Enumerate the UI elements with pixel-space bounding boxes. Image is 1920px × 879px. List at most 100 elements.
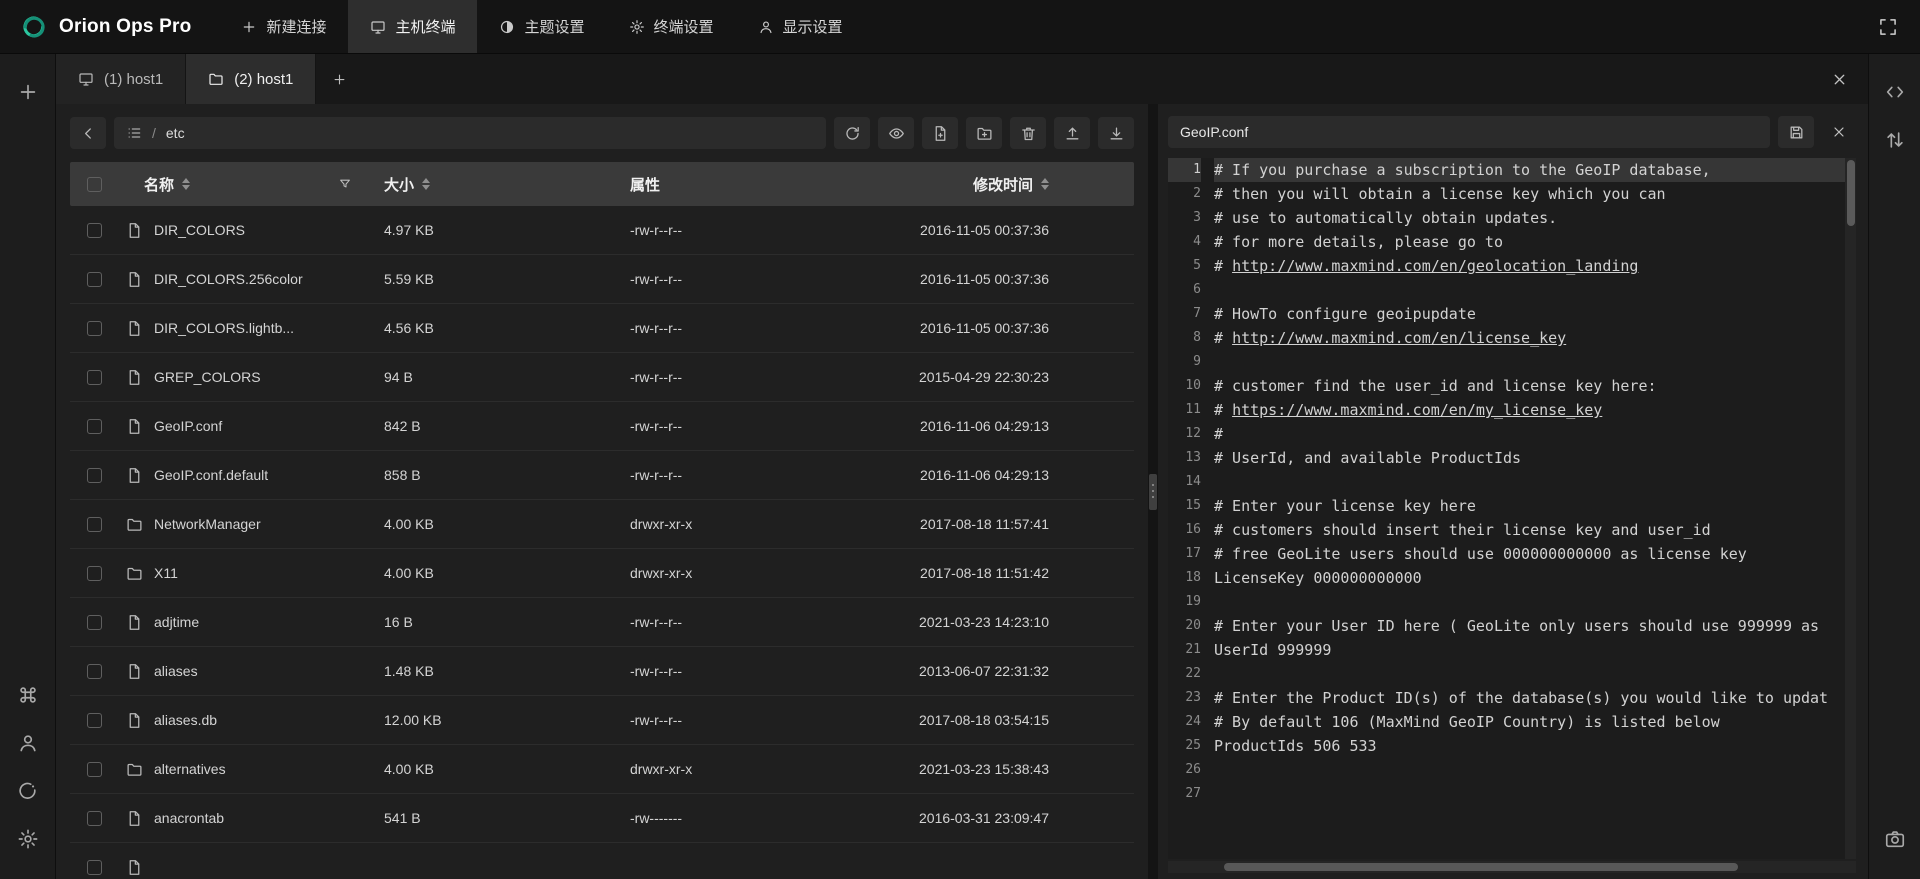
editor-vertical-scrollbar[interactable] bbox=[1845, 158, 1856, 859]
editor-line[interactable]: # free GeoLite users should use 00000000… bbox=[1214, 542, 1856, 566]
download-button[interactable] bbox=[1098, 117, 1134, 149]
editor-close-button[interactable] bbox=[1822, 116, 1856, 148]
editor-line[interactable]: # By default 106 (MaxMind GeoIP Country)… bbox=[1214, 710, 1856, 734]
file-name[interactable]: X11 bbox=[154, 565, 178, 581]
row-checkbox[interactable] bbox=[87, 762, 102, 777]
editor-line[interactable] bbox=[1214, 350, 1856, 374]
panel-splitter[interactable] bbox=[1148, 104, 1158, 879]
editor-line[interactable]: # for more details, please go to bbox=[1214, 230, 1856, 254]
menu-item-terminal-settings[interactable]: 终端设置 bbox=[607, 0, 736, 53]
editor-line[interactable]: # customer find the user_id and license … bbox=[1214, 374, 1856, 398]
menu-item-new-connection[interactable]: 新建连接 bbox=[219, 0, 348, 53]
editor-line[interactable] bbox=[1214, 662, 1856, 686]
menu-item-display-settings[interactable]: 显示设置 bbox=[736, 0, 865, 53]
file-name[interactable]: DIR_COLORS.256color bbox=[154, 271, 303, 287]
editor-line[interactable]: UserId 999999 bbox=[1214, 638, 1856, 662]
file-name[interactable]: DIR_COLORS.lightb... bbox=[154, 320, 294, 336]
preferences-button[interactable] bbox=[17, 828, 39, 850]
editor-line[interactable]: # http://www.maxmind.com/en/geolocation_… bbox=[1214, 254, 1856, 278]
code-view-button[interactable] bbox=[1884, 81, 1906, 103]
table-row[interactable]: GeoIP.conf842 B-rw-r--r--2016-11-06 04:2… bbox=[70, 402, 1134, 451]
table-row[interactable]: GREP_COLORS94 B-rw-r--r--2015-04-29 22:3… bbox=[70, 353, 1134, 402]
editor-line[interactable]: # http://www.maxmind.com/en/license_key bbox=[1214, 326, 1856, 350]
back-button[interactable] bbox=[70, 117, 106, 149]
editor-line[interactable]: ProductIds 506 533 bbox=[1214, 734, 1856, 758]
row-checkbox[interactable] bbox=[87, 419, 102, 434]
fullscreen-button[interactable] bbox=[1878, 17, 1898, 37]
row-checkbox[interactable] bbox=[87, 272, 102, 287]
sort-carets-name[interactable] bbox=[182, 178, 190, 190]
refresh-button[interactable] bbox=[834, 117, 870, 149]
editor-line[interactable]: # then you will obtain a license key whi… bbox=[1214, 182, 1856, 206]
editor-line[interactable]: # If you purchase a subscription to the … bbox=[1214, 158, 1856, 182]
editor-line[interactable]: # bbox=[1214, 422, 1856, 446]
menu-item-host-terminal[interactable]: 主机终端 bbox=[348, 0, 477, 53]
table-row[interactable]: aliases.db12.00 KB-rw-r--r--2017-08-18 0… bbox=[70, 696, 1134, 745]
table-row[interactable]: anacrontab541 B-rw-------2016-03-31 23:0… bbox=[70, 794, 1134, 843]
table-row[interactable]: GeoIP.conf.default858 B-rw-r--r--2016-11… bbox=[70, 451, 1134, 500]
editor-line[interactable]: # Enter the Product ID(s) of the databas… bbox=[1214, 686, 1856, 710]
editor-link[interactable]: https://www.maxmind.com/en/my_license_ke… bbox=[1232, 401, 1602, 419]
row-checkbox[interactable] bbox=[87, 713, 102, 728]
file-name[interactable]: aliases bbox=[154, 663, 198, 679]
row-checkbox[interactable] bbox=[87, 321, 102, 336]
code-editor[interactable]: 1234567891011121314151617181920212223242… bbox=[1168, 158, 1856, 859]
appearance-button[interactable] bbox=[17, 780, 39, 802]
file-name[interactable]: DIR_COLORS bbox=[154, 222, 245, 238]
file-name[interactable]: GeoIP.conf bbox=[154, 418, 222, 434]
column-header-time[interactable]: 修改时间 bbox=[973, 174, 1033, 195]
breadcrumb[interactable]: / etc bbox=[114, 117, 826, 149]
editor-line[interactable]: # use to automatically obtain updates. bbox=[1214, 206, 1856, 230]
row-checkbox[interactable] bbox=[87, 664, 102, 679]
table-row[interactable]: alternatives4.00 KBdrwxr-xr-x2021-03-23 … bbox=[70, 745, 1134, 794]
editor-line[interactable]: LicenseKey 000000000000 bbox=[1214, 566, 1856, 590]
editor-horizontal-scrollbar[interactable] bbox=[1168, 861, 1856, 873]
editor-line[interactable] bbox=[1214, 782, 1856, 806]
file-name[interactable]: alternatives bbox=[154, 761, 226, 777]
row-checkbox[interactable] bbox=[87, 223, 102, 238]
close-panel-button[interactable] bbox=[1831, 71, 1848, 88]
editor-line[interactable] bbox=[1214, 758, 1856, 782]
row-checkbox[interactable] bbox=[87, 468, 102, 483]
new-file-button[interactable] bbox=[922, 117, 958, 149]
column-header-name[interactable]: 名称 bbox=[144, 174, 174, 195]
editor-line[interactable]: # https://www.maxmind.com/en/my_license_… bbox=[1214, 398, 1856, 422]
editor-line[interactable] bbox=[1214, 590, 1856, 614]
editor-line[interactable]: # Enter your User ID here ( GeoLite only… bbox=[1214, 614, 1856, 638]
code-content[interactable]: # If you purchase a subscription to the … bbox=[1214, 158, 1856, 859]
breadcrumb-path[interactable]: etc bbox=[166, 125, 185, 141]
tab-host1-files[interactable]: (2) host1 bbox=[186, 54, 316, 104]
row-checkbox[interactable] bbox=[87, 566, 102, 581]
preview-button[interactable] bbox=[878, 117, 914, 149]
add-tab-button[interactable] bbox=[316, 54, 362, 104]
table-row[interactable]: adjtime16 B-rw-r--r--2021-03-23 14:23:10 bbox=[70, 598, 1134, 647]
table-row[interactable]: NetworkManager4.00 KBdrwxr-xr-x2017-08-1… bbox=[70, 500, 1134, 549]
sort-carets-time[interactable] bbox=[1041, 178, 1049, 190]
editor-line[interactable]: # customers should insert their license … bbox=[1214, 518, 1856, 542]
shortcuts-button[interactable] bbox=[17, 684, 39, 706]
sort-toggle-button[interactable] bbox=[1884, 129, 1906, 151]
row-checkbox[interactable] bbox=[87, 811, 102, 826]
editor-link[interactable]: http://www.maxmind.com/en/geolocation_la… bbox=[1232, 257, 1638, 275]
file-name[interactable]: anacrontab bbox=[154, 810, 224, 826]
row-checkbox[interactable] bbox=[87, 860, 102, 875]
tab-host1-terminal[interactable]: (1) host1 bbox=[56, 54, 186, 104]
row-checkbox[interactable] bbox=[87, 517, 102, 532]
table-row[interactable] bbox=[70, 843, 1134, 879]
save-button[interactable] bbox=[1778, 116, 1814, 148]
horizontal-scroll-thumb[interactable] bbox=[1224, 863, 1738, 871]
menu-item-theme-settings[interactable]: 主题设置 bbox=[477, 0, 606, 53]
filter-icon[interactable] bbox=[338, 177, 352, 191]
file-name[interactable]: adjtime bbox=[154, 614, 199, 630]
rail-new-connection-button[interactable] bbox=[17, 81, 39, 103]
row-checkbox[interactable] bbox=[87, 370, 102, 385]
file-name[interactable]: GREP_COLORS bbox=[154, 369, 261, 385]
row-checkbox[interactable] bbox=[87, 615, 102, 630]
editor-line[interactable] bbox=[1214, 470, 1856, 494]
column-header-size[interactable]: 大小 bbox=[384, 174, 414, 195]
file-name[interactable]: GeoIP.conf.default bbox=[154, 467, 268, 483]
select-all-checkbox[interactable] bbox=[87, 177, 102, 192]
editor-line[interactable]: # HowTo configure geoipupdate bbox=[1214, 302, 1856, 326]
splitter-grip-icon[interactable] bbox=[1149, 474, 1157, 510]
new-folder-button[interactable] bbox=[966, 117, 1002, 149]
